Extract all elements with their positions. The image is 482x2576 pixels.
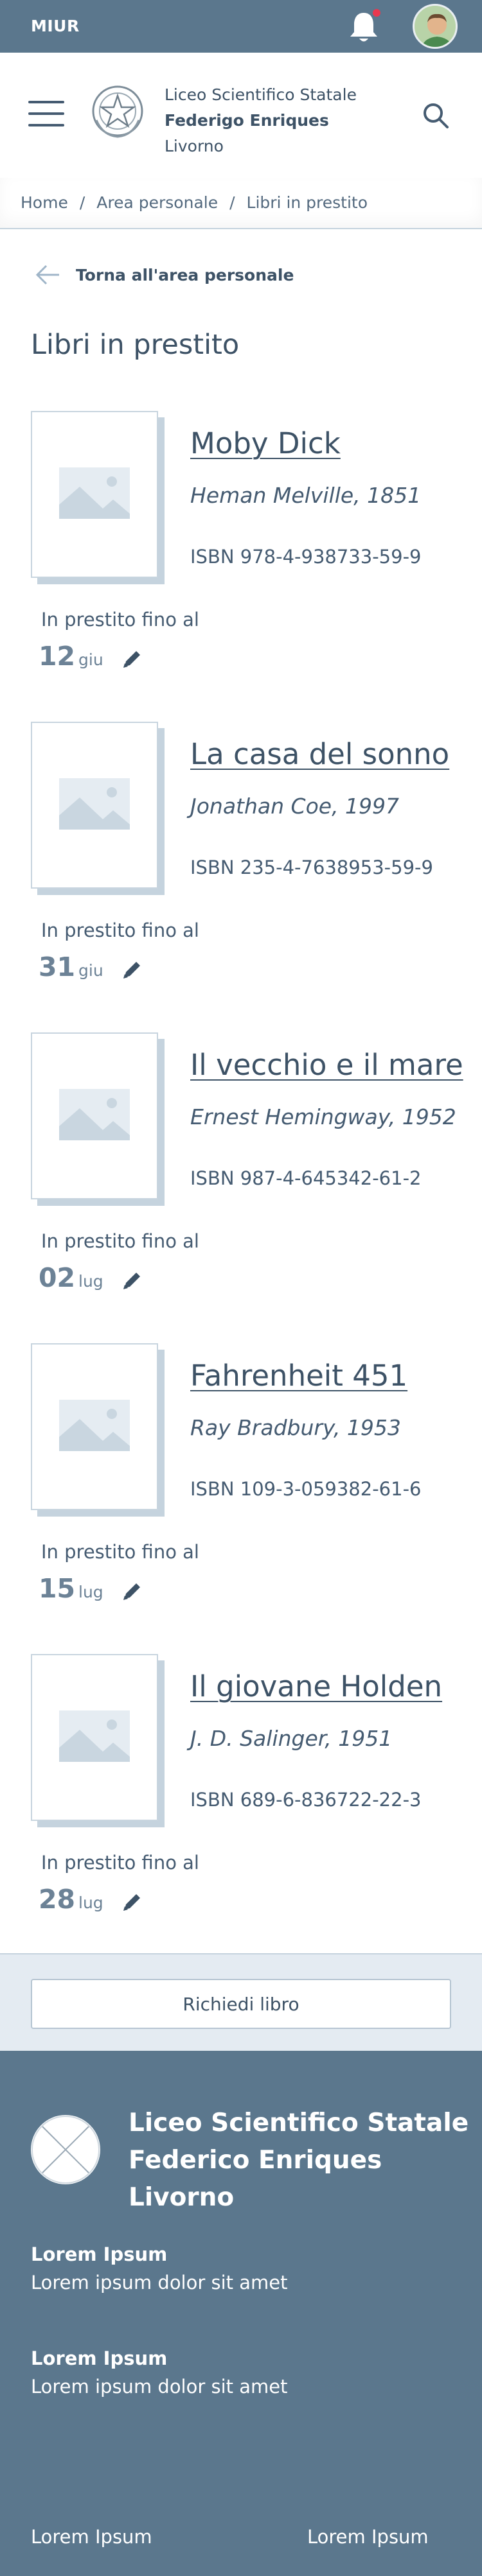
republic-emblem-icon — [90, 82, 145, 141]
book-author: Ernest Hemingway, 1952 — [190, 1104, 456, 1129]
book-author: J. D. Salinger, 1951 — [190, 1726, 393, 1751]
menu-button[interactable] — [28, 101, 64, 128]
book-card: Il giovane Holden J. D. Salinger, 1951 I… — [0, 1654, 482, 1965]
book-card: Fahrenheit 451 Ray Bradbury, 1953 ISBN 1… — [0, 1343, 482, 1654]
loan-month: lug — [78, 1893, 103, 1912]
school-logo-placeholder-icon — [31, 2115, 100, 2184]
image-placeholder-icon — [59, 467, 130, 519]
book-isbn: ISBN 235-4-7638953-59-9 — [190, 857, 433, 878]
image-placeholder-icon — [59, 778, 130, 830]
pencil-icon[interactable] — [121, 958, 144, 981]
footer-school-name[interactable]: Liceo Scientifico Statale Federico Enriq… — [129, 2105, 469, 2216]
user-avatar[interactable] — [413, 4, 458, 49]
school-name-line3: Livorno — [165, 137, 224, 155]
breadcrumb-separator: / — [229, 193, 235, 212]
notification-badge — [371, 8, 382, 18]
book-isbn: ISBN 987-4-645342-61-2 — [190, 1167, 422, 1189]
book-author: Ray Bradbury, 1953 — [190, 1415, 401, 1440]
loan-month: giu — [78, 650, 103, 669]
breadcrumb-home[interactable]: Home — [21, 193, 68, 212]
page-title: Libri in prestito — [31, 329, 240, 361]
book-cover-image[interactable] — [31, 1032, 158, 1199]
book-card: Il vecchio e il mare Ernest Hemingway, 1… — [0, 1032, 482, 1343]
loan-month: lug — [78, 1583, 103, 1601]
school-name[interactable]: Liceo Scientifico Statale Federigo Enriq… — [165, 82, 357, 159]
breadcrumb-current: Libri in prestito — [246, 193, 368, 212]
loan-label: In prestito fino al — [41, 609, 199, 631]
footer-block-text: Lorem ipsum dolor sit amet — [31, 2376, 288, 2398]
footer-block-text: Lorem ipsum dolor sit amet — [31, 2272, 288, 2293]
book-cover-image[interactable] — [31, 411, 158, 578]
book-title-link[interactable]: Il giovane Holden — [190, 1669, 442, 1703]
book-author: Heman Melville, 1851 — [190, 483, 422, 508]
breadcrumb: Home / Area personale / Libri in prestito — [0, 178, 482, 229]
loan-label: In prestito fino al — [41, 1541, 199, 1563]
footer-link-right[interactable]: Lorem Ipsum — [307, 2526, 429, 2548]
back-link-label: Torna all'area personale — [76, 265, 294, 284]
book-isbn: ISBN 689-6-836722-22-3 — [190, 1789, 422, 1811]
footer-school-name-line2: Federico Enriques — [129, 2146, 382, 2175]
book-isbn: ISBN 978-4-938733-59-9 — [190, 546, 422, 568]
loan-day: 15 — [39, 1573, 76, 1604]
footer-school-name-line3: Livorno — [129, 2183, 235, 2212]
pencil-icon[interactable] — [121, 1580, 144, 1603]
loan-month: giu — [78, 961, 103, 980]
pencil-icon[interactable] — [121, 1269, 144, 1292]
loan-day: 28 — [39, 1884, 76, 1915]
footer-block-title: Lorem Ipsum — [31, 2243, 168, 2265]
breadcrumb-personal-area[interactable]: Area personale — [96, 193, 218, 212]
school-name-line1: Liceo Scientifico Statale — [165, 85, 357, 104]
footer-link-left[interactable]: Lorem Ipsum — [31, 2526, 152, 2548]
top-bar: MIUR — [0, 0, 482, 53]
book-cover-image[interactable] — [31, 1654, 158, 1821]
loan-label: In prestito fino al — [41, 1852, 199, 1874]
site-header: Liceo Scientifico Statale Federigo Enriq… — [0, 53, 482, 178]
book-card: Moby Dick Heman Melville, 1851 ISBN 978-… — [0, 411, 482, 722]
book-title-link[interactable]: Moby Dick — [190, 426, 341, 460]
arrow-left-icon — [35, 265, 59, 285]
footer-school-name-line1: Liceo Scientifico Statale — [129, 2109, 469, 2137]
loan-day: 12 — [39, 641, 76, 672]
search-button[interactable] — [420, 100, 451, 131]
request-section: Richiedi libro — [0, 1953, 482, 2051]
brand-label[interactable]: MIUR — [31, 17, 80, 35]
loan-label: In prestito fino al — [41, 1230, 199, 1252]
book-isbn: ISBN 109-3-059382-61-6 — [190, 1478, 422, 1500]
image-placeholder-icon — [59, 1400, 130, 1451]
footer-block-title: Lorem Ipsum — [31, 2347, 168, 2369]
site-footer: Liceo Scientifico Statale Federico Enriq… — [0, 2051, 482, 2576]
pencil-icon[interactable] — [121, 1890, 144, 1913]
school-name-line2: Federigo Enriques — [165, 111, 329, 130]
image-placeholder-icon — [59, 1089, 130, 1140]
loan-day: 02 — [39, 1262, 76, 1293]
book-title-link[interactable]: Il vecchio e il mare — [190, 1048, 463, 1082]
pencil-icon[interactable] — [121, 647, 144, 670]
notifications-button[interactable] — [347, 8, 382, 45]
breadcrumb-separator: / — [79, 193, 85, 212]
loan-label: In prestito fino al — [41, 919, 199, 941]
back-link[interactable]: Torna all'area personale — [35, 262, 294, 288]
book-card: La casa del sonno Jonathan Coe, 1997 ISB… — [0, 722, 482, 1032]
search-icon — [424, 103, 449, 128]
request-book-button[interactable]: Richiedi libro — [31, 1979, 451, 2029]
loan-month: lug — [78, 1272, 103, 1291]
book-title-link[interactable]: Fahrenheit 451 — [190, 1359, 407, 1393]
loan-day: 31 — [39, 952, 76, 982]
book-author: Jonathan Coe, 1997 — [190, 794, 400, 819]
book-cover-image[interactable] — [31, 722, 158, 889]
book-title-link[interactable]: La casa del sonno — [190, 737, 449, 771]
image-placeholder-icon — [59, 1710, 130, 1762]
book-cover-image[interactable] — [31, 1343, 158, 1510]
